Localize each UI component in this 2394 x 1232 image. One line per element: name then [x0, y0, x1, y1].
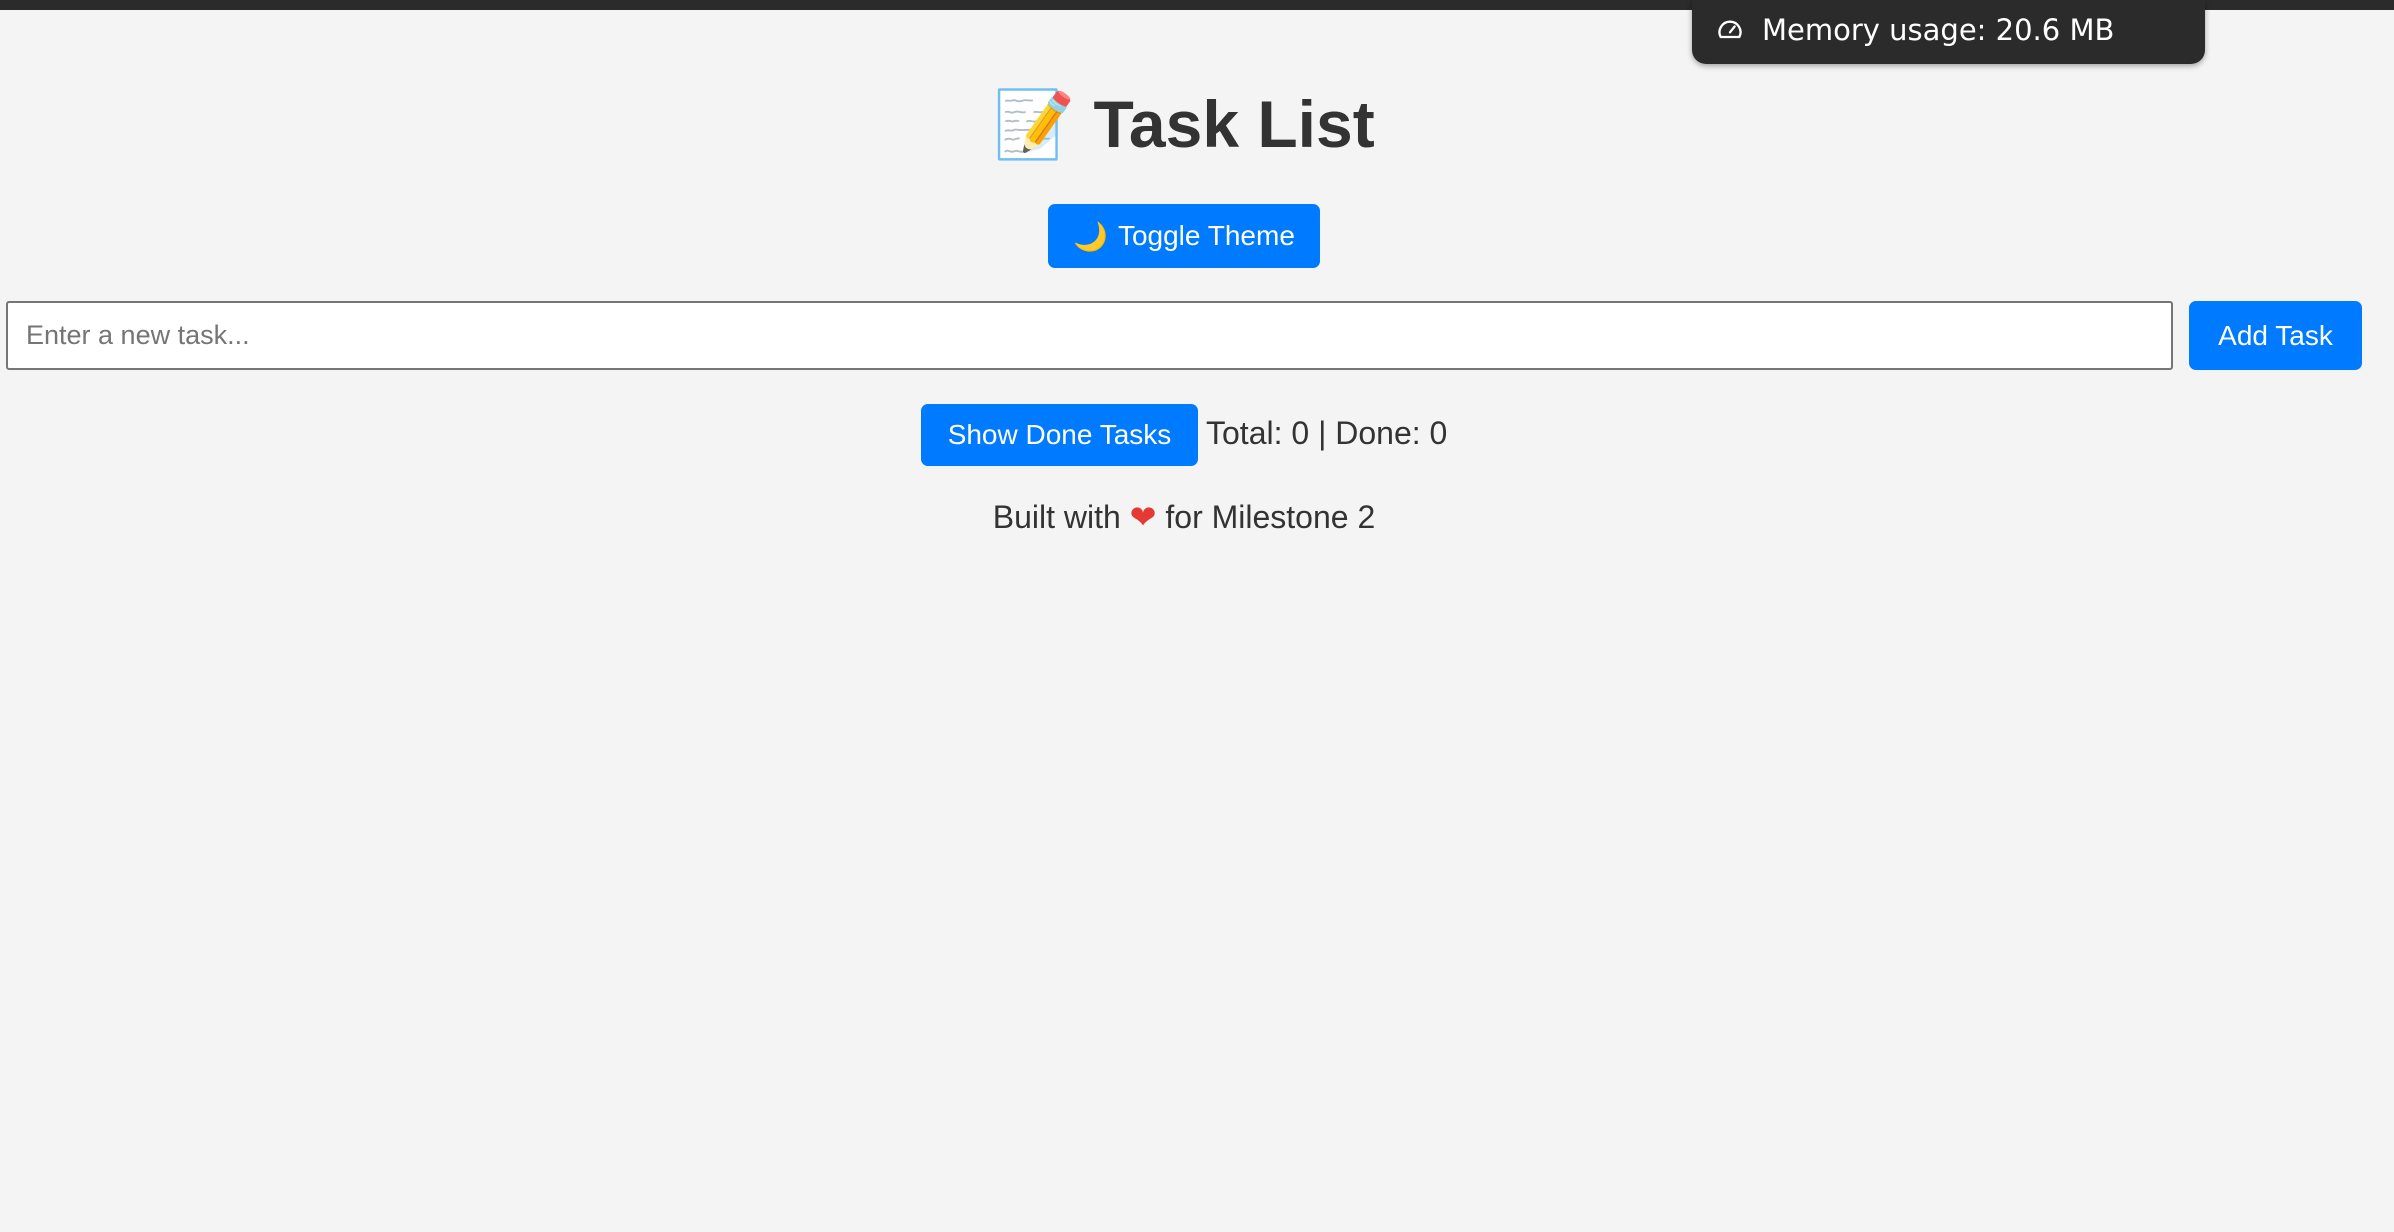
memo-icon: 📝 [993, 86, 1076, 163]
memory-usage-text: Memory usage: 20.6 MB [1762, 13, 2115, 47]
show-done-tasks-button[interactable]: Show Done Tasks [921, 404, 1198, 466]
add-task-button[interactable]: Add Task [2189, 301, 2362, 370]
new-task-input[interactable] [6, 301, 2173, 370]
page-title-text: Task List [1093, 87, 1375, 161]
task-stats: Total: 0 | Done: 0 [1206, 415, 1448, 451]
heart-icon: ❤ [1129, 498, 1157, 536]
memory-usage-toast: Memory usage: 20.6 MB [1692, 0, 2205, 64]
footer-suffix: for Milestone 2 [1165, 499, 1376, 535]
toggle-theme-button[interactable]: 🌙 Toggle Theme [1048, 204, 1320, 268]
toggle-theme-label: Toggle Theme [1117, 220, 1295, 251]
moon-icon: 🌙 [1073, 219, 1108, 253]
gauge-icon [1716, 16, 1744, 44]
page-title: 📝 Task List [0, 80, 2368, 169]
footer: Built with ❤ for Milestone 2 [0, 494, 2368, 540]
footer-prefix: Built with [992, 499, 1121, 535]
